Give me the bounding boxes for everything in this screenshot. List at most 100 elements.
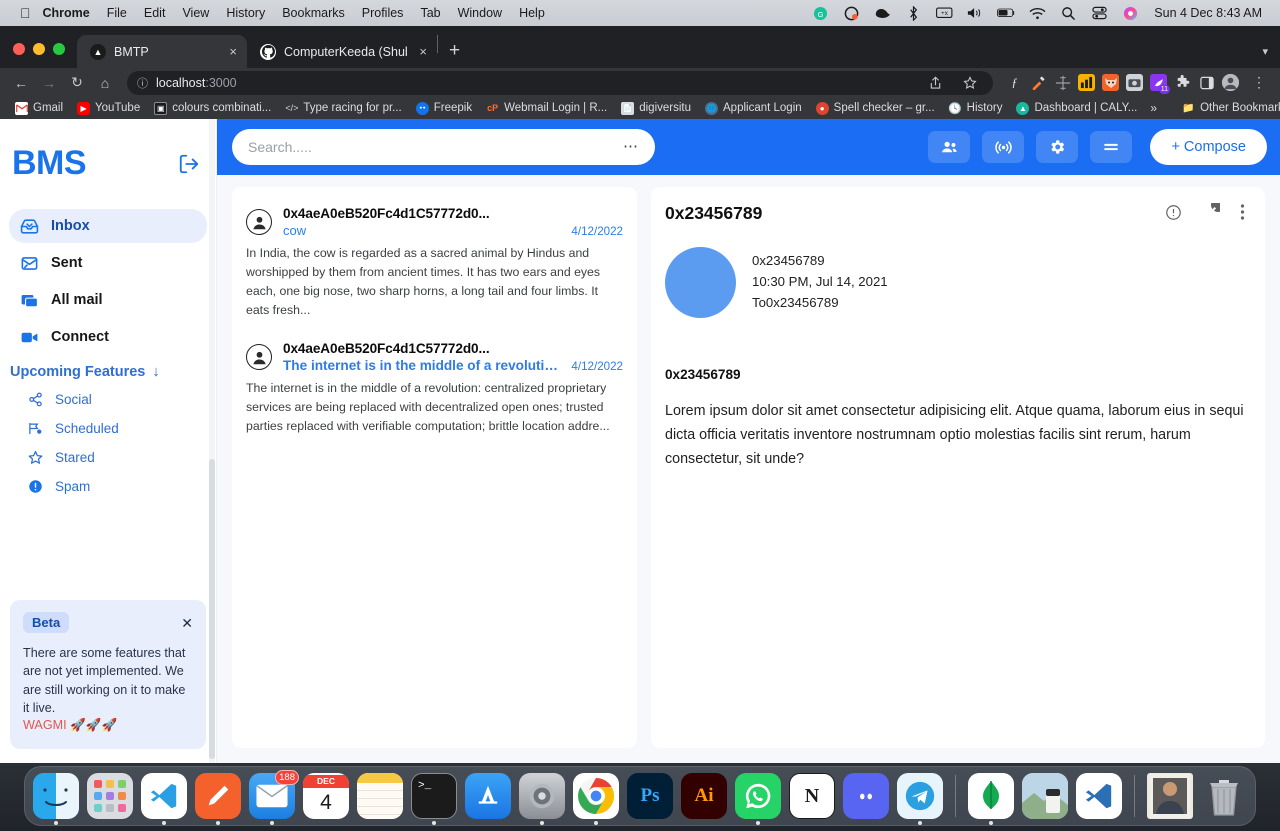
dock-item-calendar[interactable]: DEC 4 bbox=[302, 772, 350, 820]
sidepanel-icon[interactable] bbox=[1198, 74, 1215, 91]
profile-avatar-icon[interactable] bbox=[1222, 74, 1239, 91]
dock-item-preview-image[interactable] bbox=[1021, 772, 1069, 820]
menu-button[interactable] bbox=[1090, 131, 1133, 163]
kebab-menu-icon[interactable]: ⋮ bbox=[1246, 71, 1272, 95]
menu-file[interactable]: File bbox=[107, 6, 127, 20]
bookmark-applicant-login[interactable]: 🌐 Applicant Login bbox=[698, 101, 809, 115]
dock-item-app-store[interactable] bbox=[464, 772, 512, 820]
sidebar-item-scheduled[interactable]: Scheduled bbox=[18, 415, 207, 442]
chevron-down-icon[interactable]: ↓ bbox=[152, 364, 159, 380]
bookmarks-overflow-button[interactable]: » bbox=[1144, 101, 1163, 115]
compose-button[interactable]: + Compose bbox=[1150, 129, 1267, 165]
wifi-icon[interactable] bbox=[1028, 5, 1046, 21]
new-tab-button[interactable]: + bbox=[438, 41, 471, 68]
colorpick-icon[interactable] bbox=[1030, 74, 1047, 91]
bookmark-dashboard-caly[interactable]: ▲ Dashboard | CALY... bbox=[1009, 101, 1144, 115]
search-options-icon[interactable]: ⋯ bbox=[623, 139, 639, 154]
sidebar-item-social[interactable]: Social bbox=[18, 386, 207, 413]
sidebar-scrollbar-thumb[interactable] bbox=[209, 459, 215, 759]
sidebar-item-spam[interactable]: Spam bbox=[18, 473, 207, 500]
bookmark-colours[interactable]: ▣ colours combinati... bbox=[147, 101, 278, 115]
close-icon[interactable]: ✕ bbox=[181, 616, 193, 630]
dock-item-notion[interactable]: N bbox=[788, 772, 836, 820]
menu-chrome[interactable]: Chrome bbox=[43, 6, 90, 20]
dock-item-chrome[interactable] bbox=[572, 772, 620, 825]
sidebar-item-sent[interactable]: Sent bbox=[9, 246, 207, 280]
volume-icon[interactable] bbox=[966, 5, 984, 21]
edit-button[interactable] bbox=[1202, 197, 1226, 226]
purple-ext-icon[interactable]: 11 bbox=[1150, 74, 1170, 94]
bluetooth-icon[interactable] bbox=[904, 5, 922, 21]
camera-icon[interactable] bbox=[1126, 74, 1143, 91]
more-options-button[interactable] bbox=[1240, 203, 1245, 226]
menu-help[interactable]: Help bbox=[519, 6, 545, 20]
bookmark-webmail[interactable]: cP Webmail Login | R... bbox=[479, 102, 614, 115]
reload-button[interactable]: ↻ bbox=[64, 71, 90, 95]
control-center-icon[interactable] bbox=[1090, 5, 1108, 21]
dock-item-illustrator[interactable]: Ai bbox=[680, 772, 728, 820]
dock-item-vscode-insiders[interactable] bbox=[1075, 772, 1123, 820]
dock-item-launchpad[interactable] bbox=[86, 772, 134, 820]
dock-item-vscode[interactable] bbox=[140, 772, 188, 825]
bookmark-freepik[interactable]: Freepik bbox=[409, 101, 479, 115]
dock-item-photo-file[interactable] bbox=[1146, 772, 1194, 820]
bookmark-digiversitu[interactable]: 📄 digiversitu bbox=[614, 101, 698, 115]
bookmark-youtube[interactable]: ▶ YouTube bbox=[70, 101, 147, 115]
dock-item-whatsapp[interactable] bbox=[734, 772, 782, 825]
menu-edit[interactable]: Edit bbox=[144, 6, 166, 20]
battery-percent-icon[interactable]: +x bbox=[935, 5, 953, 21]
close-tab-button[interactable]: × bbox=[225, 44, 237, 59]
other-bookmarks-button[interactable]: 📁 Other Bookmarks bbox=[1175, 102, 1280, 115]
sidebar-item-inbox[interactable]: Inbox bbox=[9, 209, 207, 243]
home-button[interactable]: ⌂ bbox=[92, 71, 118, 95]
grammarly-icon[interactable]: G bbox=[811, 5, 829, 21]
info-circle-icon[interactable]: ⓘ bbox=[137, 75, 148, 91]
share-icon[interactable] bbox=[922, 71, 948, 95]
logout-icon[interactable] bbox=[178, 153, 200, 175]
dock-item-terminal[interactable]: >_ bbox=[410, 772, 458, 825]
mail-list-item[interactable]: 0x4aeA0eB520Fc4d1C57772d0... cow 4/12/20… bbox=[232, 197, 637, 332]
tab-computerkeeda[interactable]: ComputerKeeda (Shubham Sha × bbox=[247, 35, 437, 68]
dock-item-photoshop[interactable]: Ps bbox=[626, 772, 674, 820]
dock-item-postman[interactable] bbox=[194, 772, 242, 825]
ruler-icon[interactable] bbox=[1054, 74, 1071, 91]
sidebar-item-connect[interactable]: Connect bbox=[9, 320, 207, 354]
menu-view[interactable]: View bbox=[182, 6, 209, 20]
address-bar[interactable]: ⓘ localhost:3000 bbox=[127, 70, 993, 95]
dock-item-finder[interactable] bbox=[32, 772, 80, 825]
close-window-button[interactable] bbox=[13, 43, 25, 55]
settings-button[interactable] bbox=[1036, 131, 1079, 163]
dock-item-mongodb[interactable] bbox=[967, 772, 1015, 825]
bookmark-typeracing[interactable]: </> Type racing for pr... bbox=[278, 102, 408, 115]
dock-item-notes[interactable] bbox=[356, 772, 404, 820]
broadcast-button[interactable] bbox=[982, 131, 1025, 163]
bookmark-gmail[interactable]: Gmail bbox=[8, 101, 70, 115]
info-button[interactable] bbox=[1165, 204, 1182, 226]
star-icon[interactable] bbox=[957, 71, 983, 95]
maximize-window-button[interactable] bbox=[53, 43, 65, 55]
bookmark-history[interactable]: 🕓 History bbox=[942, 102, 1010, 115]
puzzle-icon[interactable] bbox=[1174, 74, 1191, 91]
tab-bmtp[interactable]: ▲ BMTP × bbox=[77, 35, 247, 68]
menu-tab[interactable]: Tab bbox=[420, 6, 440, 20]
menu-bar-clock[interactable]: Sun 4 Dec 8:43 AM bbox=[1154, 6, 1262, 20]
search-input[interactable]: Search..... ⋯ bbox=[232, 129, 655, 165]
mail-list-item[interactable]: 0x4aeA0eB520Fc4d1C57772d0... The interne… bbox=[232, 332, 637, 448]
sidebar-upcoming-features-header[interactable]: Upcoming Features ↓ bbox=[0, 354, 216, 382]
tab-strip-chevron[interactable]: ▾ bbox=[1262, 45, 1280, 68]
dock-item-trash[interactable] bbox=[1200, 772, 1248, 820]
font-finder-icon[interactable]: ƒ bbox=[1006, 74, 1023, 91]
menu-profiles[interactable]: Profiles bbox=[362, 6, 404, 20]
dock-item-system-preferences[interactable] bbox=[518, 772, 566, 825]
battery-icon[interactable] bbox=[997, 5, 1015, 21]
back-button[interactable]: ← bbox=[8, 71, 34, 95]
contacts-button[interactable] bbox=[928, 131, 971, 163]
dock-item-discord[interactable] bbox=[842, 772, 890, 820]
minimize-window-button[interactable] bbox=[33, 43, 45, 55]
close-tab-button[interactable]: × bbox=[415, 44, 427, 59]
forward-button[interactable]: → bbox=[36, 71, 62, 95]
menu-history[interactable]: History bbox=[226, 6, 265, 20]
analytics-icon[interactable] bbox=[1078, 74, 1095, 91]
dock-item-telegram[interactable] bbox=[896, 772, 944, 825]
siri-icon[interactable] bbox=[1121, 5, 1139, 21]
